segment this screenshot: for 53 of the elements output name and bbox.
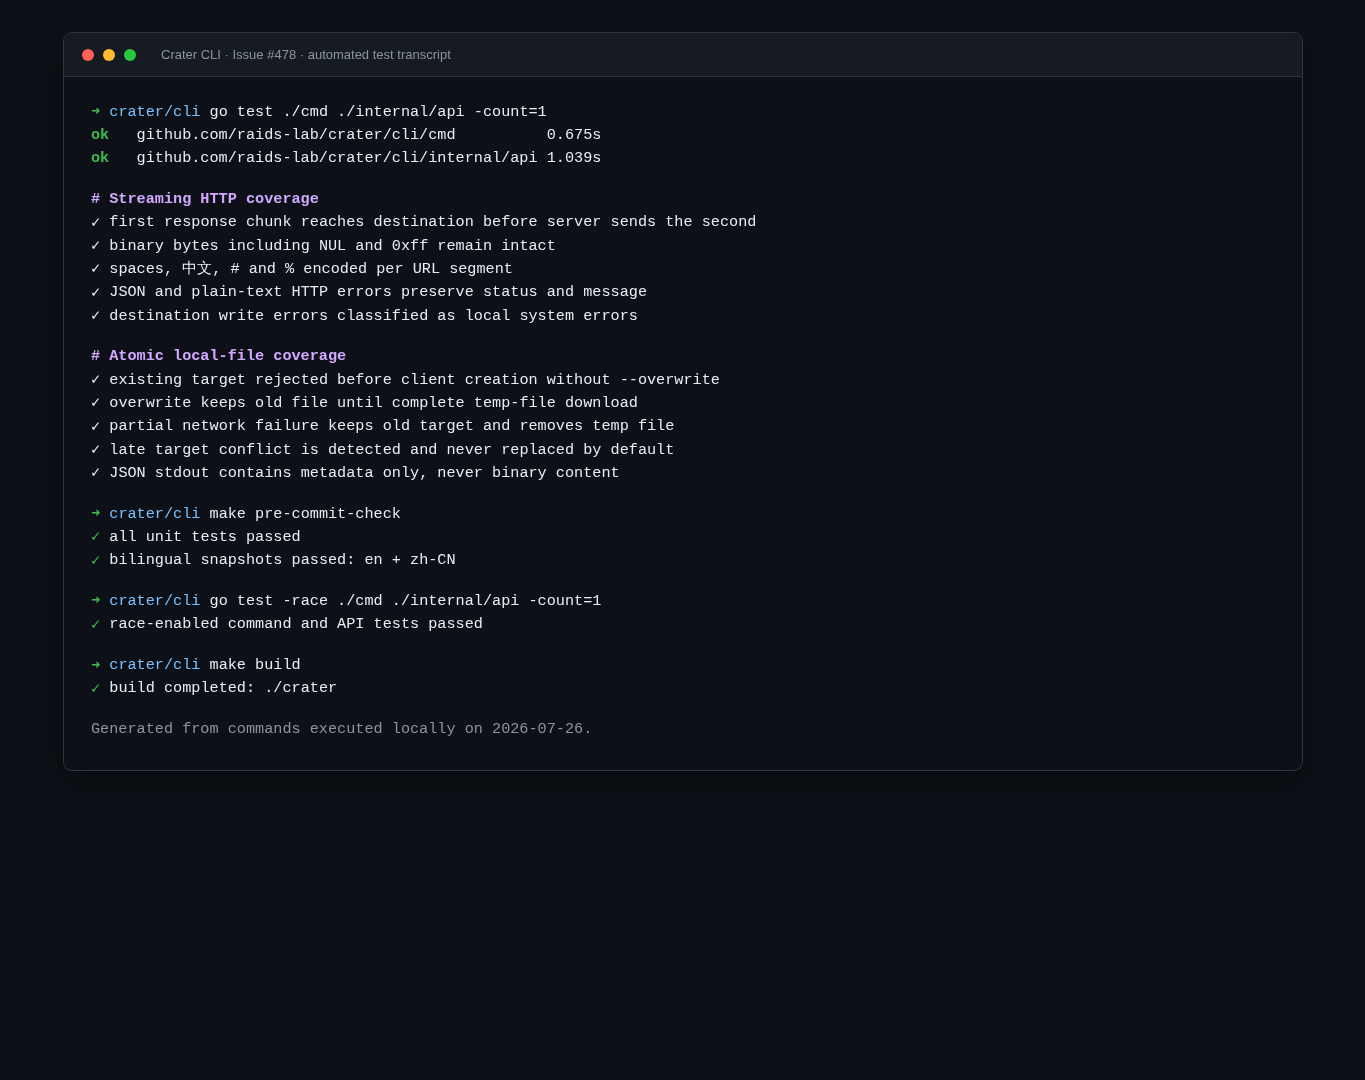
check-mark: ✓ — [91, 212, 101, 232]
result-text: spaces, 中文, # and % encoded per URL segment — [109, 259, 513, 280]
footer-note: Generated from commands executed locally on 2026-07-26. — [91, 719, 594, 741]
prompt-arrow: ➜ — [91, 655, 101, 675]
check-mark: ✓ — [91, 416, 101, 436]
check-mark: ✓ — [91, 550, 101, 570]
check-mark: ✓ — [91, 678, 101, 698]
result-text: bilingual snapshots passed: en + zh-CN — [109, 551, 456, 570]
prompt-path: crater/cli — [109, 504, 201, 523]
check-mark: ✓ — [91, 527, 101, 547]
package-path: github.com/raids-lab/crater/cli/cmd — [136, 125, 457, 144]
command-text: make pre-commit-check — [209, 504, 401, 523]
prompt-path: crater/cli — [109, 656, 201, 675]
check-mark: ✓ — [91, 614, 101, 634]
result-text: destination write errors classified as local system errors — [109, 306, 638, 325]
result-text: binary bytes including NUL and 0xff remain intact — [109, 236, 556, 255]
command-text: go test -race ./cmd ./internal/api -count=1 — [209, 592, 602, 610]
result-text: JSON and plain-text HTTP errors preserve status and message — [109, 283, 647, 302]
command-text: make build — [209, 656, 301, 675]
minimize-button[interactable] — [103, 48, 115, 61]
window-title: Crater CLI · Issue #478 · automated test transcript — [161, 47, 451, 62]
status-label: ok — [91, 125, 110, 144]
check-mark: ✓ — [91, 236, 101, 256]
result-text: first response chunk reaches destination before server sends the second — [109, 213, 757, 232]
prompt-path: crater/cli — [109, 592, 201, 610]
package-path: github.com/raids-lab/crater/cli/internal/api — [136, 149, 538, 168]
result-text: build completed: ./crater — [109, 679, 338, 698]
prompt-path: crater/cli — [109, 102, 201, 121]
section-heading: # Atomic local-file coverage — [91, 347, 347, 366]
result-text: existing target rejected before client creation without --overwrite — [109, 370, 720, 389]
duration-text: 0.675s — [546, 125, 602, 144]
check-mark: ✓ — [91, 370, 101, 390]
check-mark: ✓ — [91, 463, 101, 483]
prompt-arrow: ➜ — [91, 102, 101, 122]
result-text: late target conflict is detected and never replaced by default — [109, 440, 675, 459]
prompt-arrow: ➜ — [91, 591, 101, 611]
section-heading: # Streaming HTTP coverage — [91, 190, 319, 209]
status-label: ok — [91, 149, 110, 168]
duration-text: 1.039s — [546, 149, 602, 168]
check-mark: ✓ — [91, 306, 101, 325]
result-text: JSON stdout contains metadata only, never binary content — [109, 463, 620, 482]
prompt-arrow: ➜ — [91, 504, 101, 524]
result-text: overwrite keeps old file until complete temp-file download — [109, 393, 638, 412]
check-mark: ✓ — [91, 440, 101, 459]
result-text: all unit tests passed — [109, 527, 301, 546]
check-mark: ✓ — [91, 259, 101, 279]
check-mark: ✓ — [91, 282, 101, 302]
command-text: go test ./cmd ./internal/api -count=1 — [209, 102, 547, 121]
check-mark: ✓ — [91, 393, 101, 413]
result-text: partial network failure keeps old target and removes temp file — [109, 417, 675, 436]
result-text: race-enabled command and API tests passed — [109, 615, 483, 634]
zoom-button[interactable] — [124, 48, 136, 61]
close-button[interactable] — [82, 48, 94, 61]
